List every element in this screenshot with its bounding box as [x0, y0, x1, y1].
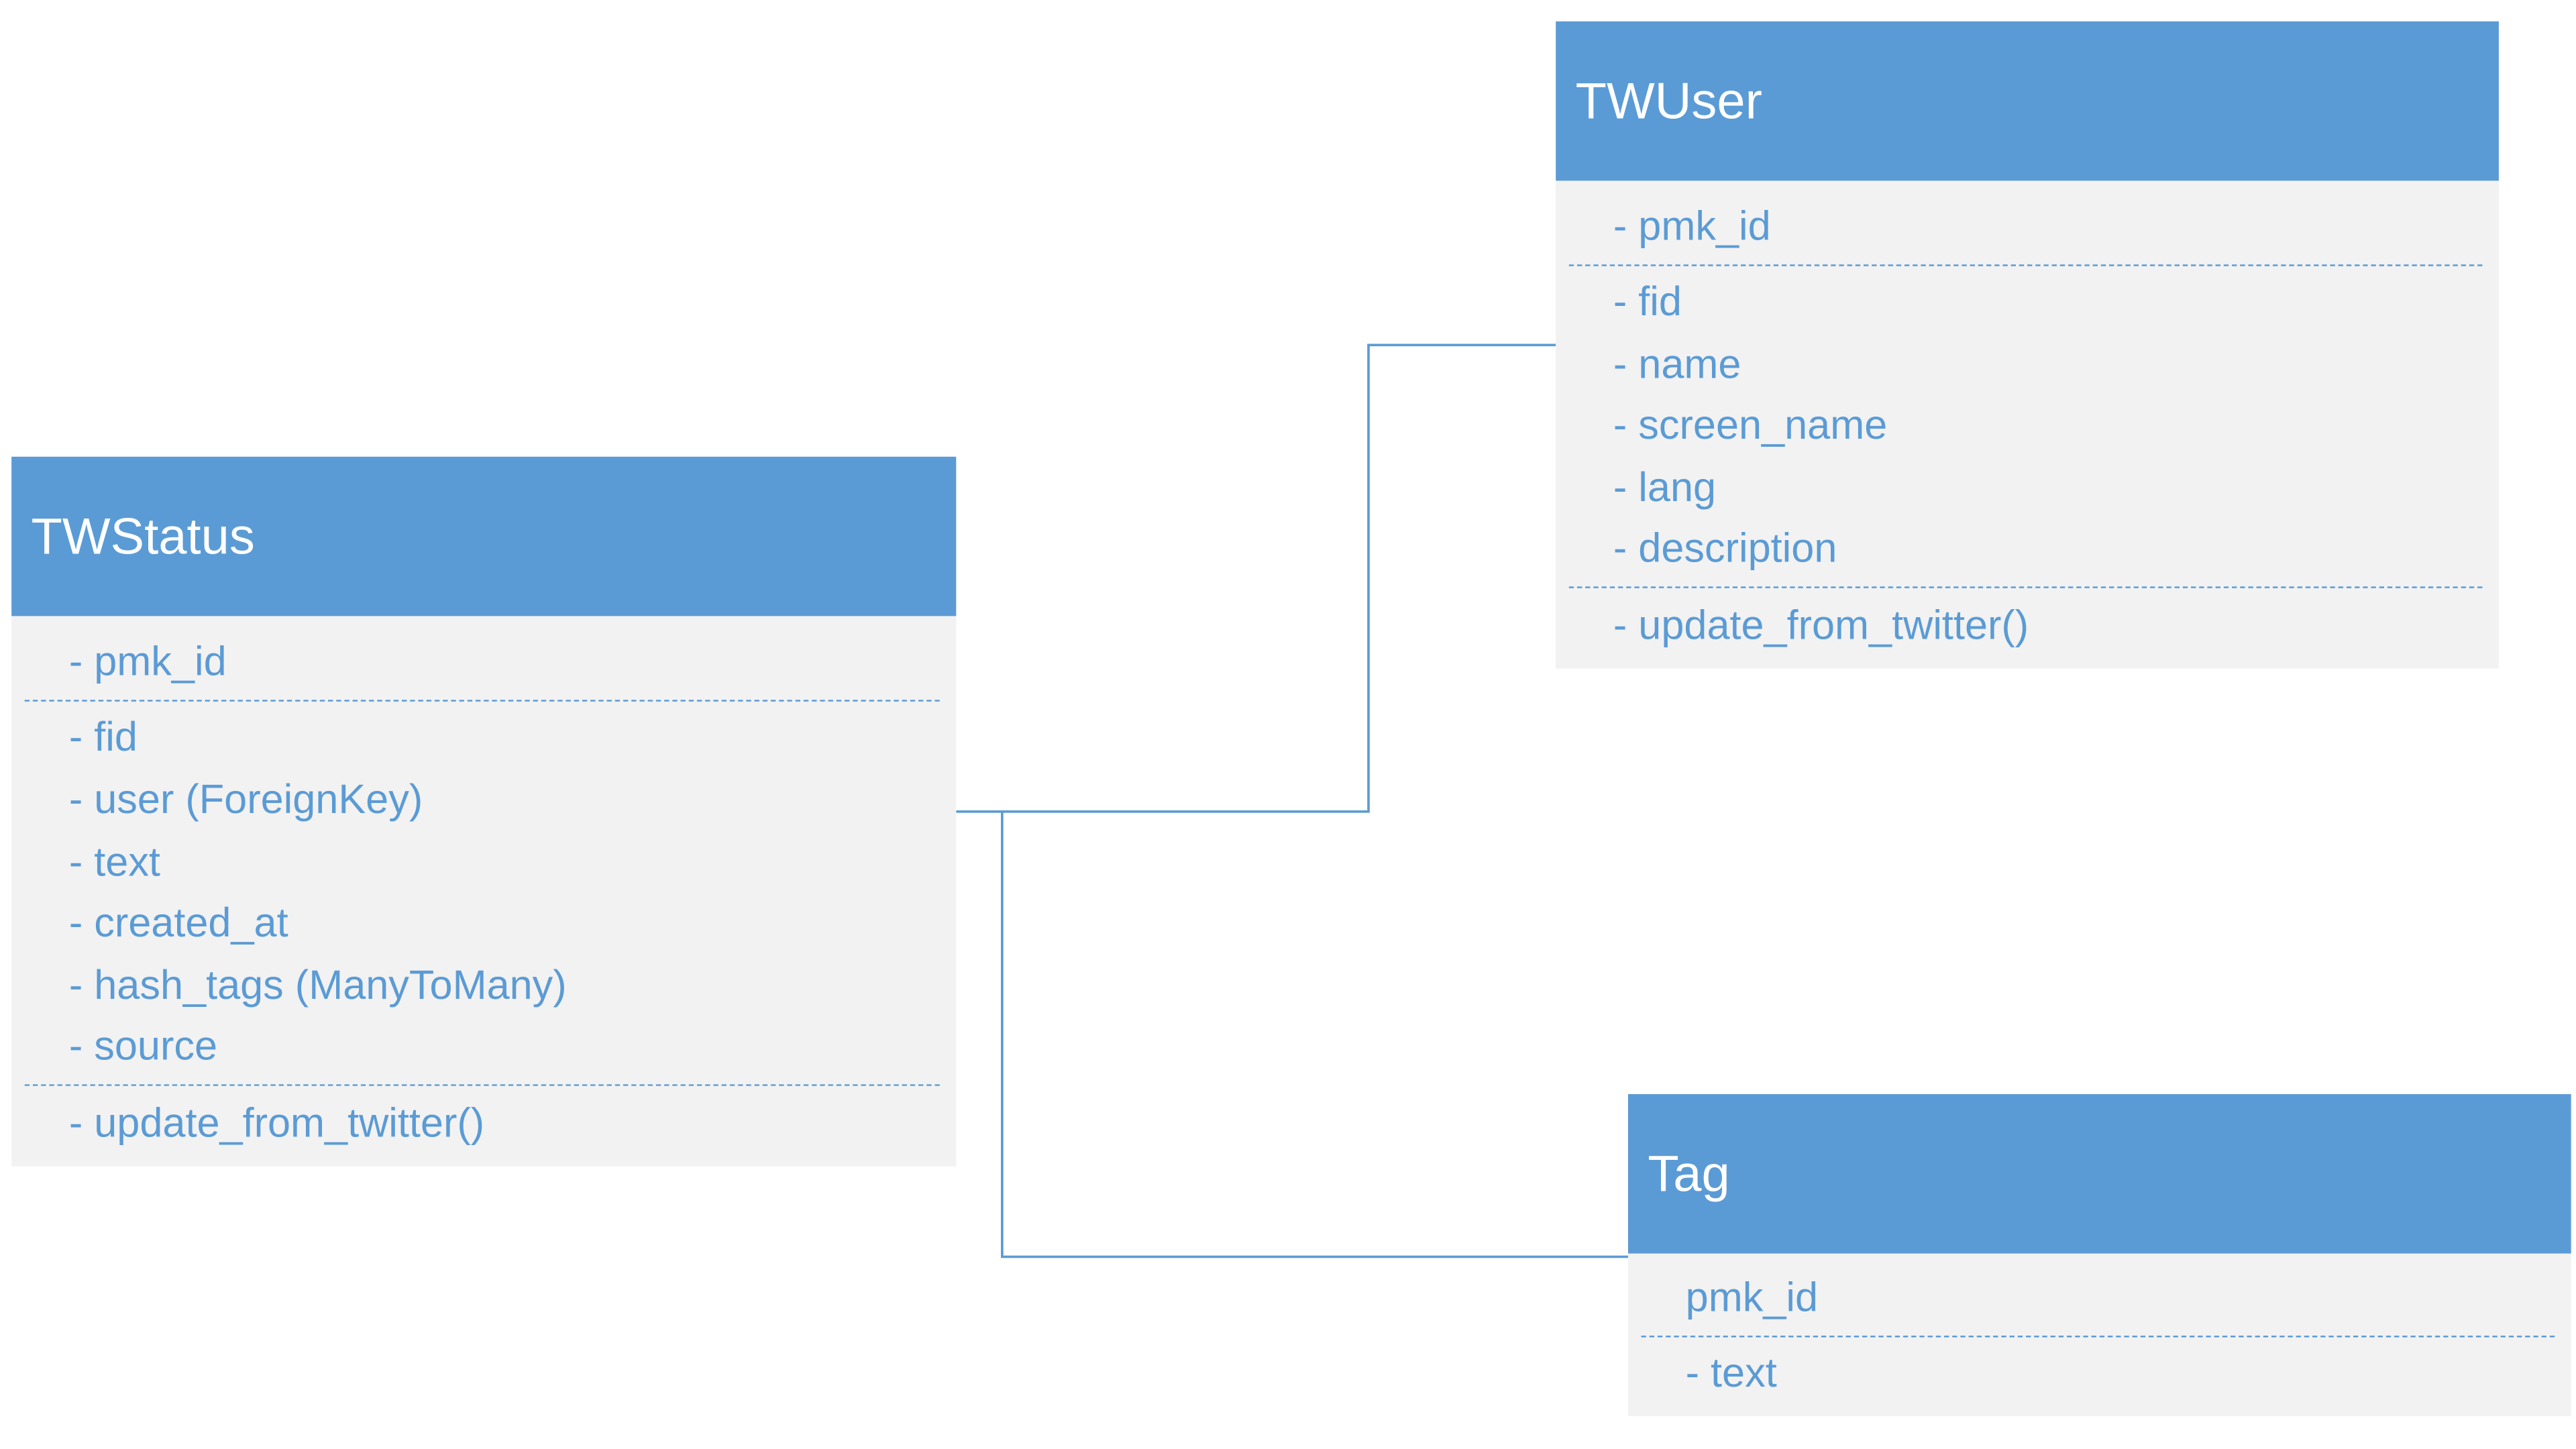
primary-key: pmk_id [1685, 1275, 1819, 1321]
class-tag: Tag pmk_id - text [1627, 1094, 2571, 1417]
field: - text [1685, 1350, 1777, 1397]
divider [1568, 264, 2483, 266]
connector-status-user [956, 343, 1556, 813]
class-title: TWStatus [11, 456, 957, 616]
method: - update_from_twitter() [1613, 602, 2029, 649]
divider [24, 700, 940, 702]
class-twuser: TWUser - pmk_id - fid - name - screen_na… [1556, 21, 2499, 669]
field: - name [1613, 341, 1741, 388]
divider [1568, 586, 2483, 588]
field: - text [68, 839, 160, 885]
field: - screen_name [1613, 402, 1888, 449]
class-twstatus: TWStatus - pmk_id - fid - user (ForeignK… [11, 456, 957, 1167]
uml-diagram: TWStatus - pmk_id - fid - user (ForeignK… [0, 0, 2576, 1430]
primary-key: - pmk_id [1613, 203, 1771, 250]
field: - source [68, 1023, 218, 1070]
divider [1641, 1336, 2555, 1338]
divider [24, 1084, 940, 1086]
field: - created_at [68, 900, 288, 947]
class-title: Tag [1627, 1094, 2571, 1254]
field: - fid [1613, 279, 1682, 325]
field: - user (ForeignKey) [68, 777, 423, 823]
class-title: TWUser [1556, 21, 2499, 181]
field: - hash_tags (ManyToMany) [68, 963, 567, 1009]
primary-key: - pmk_id [68, 639, 227, 686]
method: - update_from_twitter() [68, 1100, 485, 1147]
connector-status-tag [1001, 811, 1628, 1258]
field: - description [1613, 525, 1837, 572]
field: - fid [68, 714, 138, 761]
field: - lang [1613, 465, 1717, 511]
